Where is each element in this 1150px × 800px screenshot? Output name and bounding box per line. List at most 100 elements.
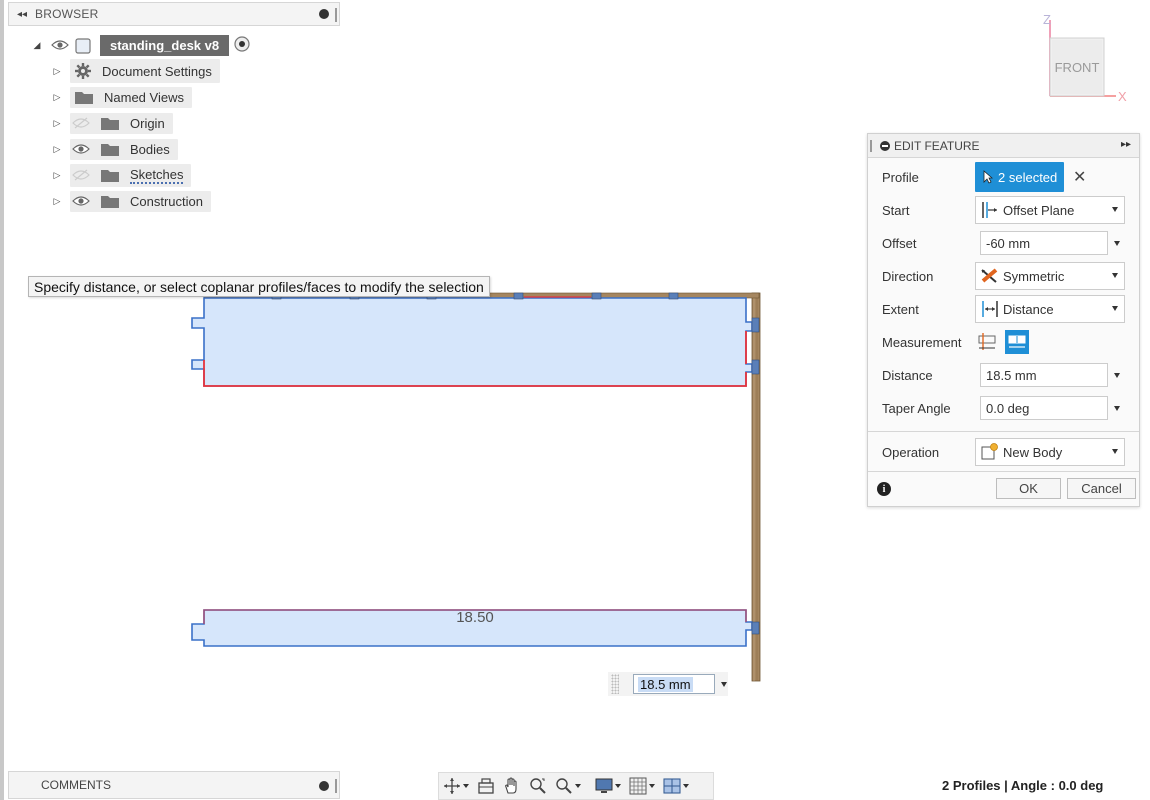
profile-row: Profile 2 selected ✕ — [868, 161, 1139, 194]
tree-item-bodies[interactable]: ▷ Bodies — [52, 138, 178, 160]
edit-feature-title: EDIT FEATURE — [894, 138, 980, 153]
extent-dropdown[interactable]: Distance — [975, 295, 1125, 323]
folder-icon — [101, 117, 119, 130]
expand-triangle-icon[interactable]: ▷ — [52, 92, 62, 102]
eye-icon[interactable] — [50, 38, 70, 52]
expand-triangle-icon[interactable]: ▷ — [52, 196, 62, 206]
tree-item-origin[interactable]: ▷ Origin — [52, 112, 173, 134]
ok-button[interactable]: OK — [996, 478, 1061, 499]
axis-x-label: X — [1118, 89, 1127, 104]
expand-triangle-icon[interactable]: ▷ — [52, 66, 62, 76]
tree-item-document-settings[interactable]: ▷ Document Settings — [52, 59, 220, 83]
eye-hidden-icon[interactable] — [72, 169, 90, 181]
profile-select-button[interactable]: 2 selected — [975, 162, 1064, 192]
tree-root-node[interactable]: ◢ standing_desk v8 — [32, 34, 251, 56]
start-value: Offset Plane — [1003, 202, 1075, 218]
chevron-down-icon — [615, 784, 621, 788]
collapse-panel-icon[interactable]: ◂◂ — [17, 9, 27, 20]
resize-grip-icon[interactable] — [335, 779, 337, 793]
operation-dropdown[interactable]: New Body — [975, 438, 1125, 466]
chevron-down-icon — [1112, 306, 1118, 311]
browser-panel-header[interactable]: ◂◂ BROWSER — [8, 2, 340, 26]
measure-from-profile-icon[interactable] — [975, 330, 999, 354]
drag-grip-icon[interactable] — [611, 674, 619, 694]
tree-item-named-views[interactable]: ▷ Named Views — [52, 86, 192, 108]
drag-grip-icon[interactable] — [870, 140, 872, 152]
expand-triangle-icon[interactable]: ▷ — [52, 118, 62, 128]
pin-icon[interactable] — [319, 9, 329, 19]
comments-panel-header[interactable]: COMMENTS — [8, 771, 340, 799]
edit-feature-header[interactable]: EDIT FEATURE ▸▸ — [868, 134, 1139, 158]
eye-icon[interactable] — [72, 143, 90, 155]
look-at-tool[interactable] — [477, 775, 495, 797]
offset-label: Offset — [882, 236, 917, 251]
chevron-down-icon[interactable] — [1114, 241, 1120, 246]
tree-item-chip: Bodies — [70, 138, 178, 160]
tree-item-chip: Document Settings — [70, 59, 220, 83]
tree-item-chip: Sketches — [70, 163, 192, 187]
status-readout: 2 Profiles | Angle : 0.0 deg — [942, 778, 1104, 793]
selection-tooltip: Specify distance, or select coplanar pro… — [28, 276, 490, 297]
chevron-down-icon[interactable] — [721, 681, 727, 687]
extent-label: Extent — [882, 302, 919, 317]
expand-triangle-icon[interactable]: ▷ — [52, 144, 62, 154]
direction-dropdown[interactable]: Symmetric — [975, 262, 1125, 290]
collapse-dialog-icon[interactable] — [880, 140, 890, 151]
zoom-tool[interactable] — [529, 775, 547, 797]
activate-radio-icon[interactable] — [233, 35, 251, 56]
pin-icon[interactable] — [319, 781, 329, 791]
pan-tool[interactable] — [503, 775, 521, 797]
chevron-down-icon — [463, 784, 469, 788]
clear-selection-icon[interactable]: ✕ — [1073, 167, 1086, 187]
tree-item-sketches[interactable]: ▷ Sketches — [52, 163, 192, 187]
folder-icon — [101, 143, 119, 156]
zoom-icon — [530, 778, 546, 794]
divider — [868, 431, 1139, 432]
grid-settings-tool[interactable] — [629, 775, 655, 797]
folder-icon — [101, 195, 119, 208]
eye-hidden-icon[interactable] — [72, 117, 90, 129]
chevron-down-icon[interactable] — [1114, 406, 1120, 411]
tree-item-construction[interactable]: ▷ Construction — [52, 190, 211, 212]
info-icon[interactable]: i — [877, 482, 891, 496]
fit-tool[interactable] — [555, 775, 581, 797]
direction-row: Direction Symmetric — [868, 260, 1139, 293]
measure-from-face-icon[interactable] — [1005, 330, 1029, 354]
hand-icon — [505, 777, 517, 794]
tree-item-label: Document Settings — [102, 63, 212, 79]
chevron-down-icon[interactable] — [1114, 373, 1120, 378]
display-icon — [595, 778, 613, 793]
eye-icon[interactable] — [72, 195, 90, 207]
distance-row: Distance 18.5 mm — [868, 359, 1139, 392]
root-component-label[interactable]: standing_desk v8 — [100, 34, 230, 56]
symmetric-icon — [980, 267, 1000, 285]
dimension-input[interactable]: 18.5 mm — [633, 674, 715, 694]
viewports-tool[interactable] — [663, 775, 689, 797]
edit-feature-dialog: EDIT FEATURE ▸▸ Profile 2 selected ✕ Sta… — [867, 133, 1140, 507]
tree-item-label: Bodies — [130, 141, 170, 157]
tree-item-label: Origin — [130, 115, 165, 131]
top-profile[interactable] — [191, 297, 753, 387]
viewcube[interactable]: Z X FRONT — [1034, 10, 1134, 110]
look-at-icon — [478, 778, 494, 794]
resize-grip-icon[interactable] — [335, 8, 337, 22]
direction-label: Direction — [882, 269, 934, 284]
taper-angle-input[interactable]: 0.0 deg — [980, 396, 1108, 420]
display-settings-tool[interactable] — [595, 775, 621, 797]
expand-triangle-icon[interactable]: ▷ — [52, 170, 62, 180]
cursor-arrow-icon — [983, 170, 993, 184]
distance-input[interactable]: 18.5 mm — [980, 363, 1108, 387]
orbit-tool[interactable] — [443, 775, 469, 797]
operation-value: New Body — [1003, 444, 1063, 460]
offset-input[interactable]: -60 mm — [980, 231, 1108, 255]
profile-selected-count: 2 selected — [998, 169, 1058, 185]
chevron-down-icon — [1112, 207, 1118, 212]
expand-dialog-icon[interactable]: ▸▸ — [1121, 139, 1131, 150]
grid-icon — [629, 777, 647, 795]
distance-icon — [980, 300, 1000, 318]
cancel-button[interactable]: Cancel — [1067, 478, 1136, 499]
start-row: Start Offset Plane — [868, 194, 1139, 227]
zoom-fit-icon — [556, 778, 572, 794]
expand-triangle-icon[interactable]: ◢ — [32, 40, 42, 50]
start-dropdown[interactable]: Offset Plane — [975, 196, 1125, 224]
